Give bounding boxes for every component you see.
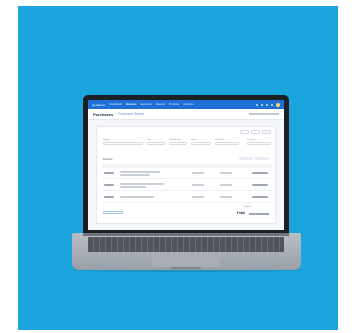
add-line-button[interactable]	[103, 211, 123, 214]
products-section-label: Products	[103, 158, 113, 161]
option-pill-1[interactable]	[239, 157, 253, 160]
nav-invoices[interactable]: Invoices	[126, 103, 136, 106]
table-row[interactable]	[102, 168, 272, 179]
app-brand[interactable]: Quaderno	[92, 103, 105, 107]
help-icon[interactable]	[266, 103, 268, 106]
form-actions	[240, 130, 271, 134]
row-cell	[104, 196, 114, 198]
row-cell	[252, 172, 268, 174]
laptop-screen: Quaderno Dashboard Invoices Expenses Rep…	[88, 100, 284, 230]
settings-icon[interactable]	[271, 103, 273, 106]
table-options	[239, 157, 269, 160]
row-cell	[220, 184, 232, 186]
user-avatar[interactable]	[276, 102, 280, 107]
ship-to-input[interactable]	[191, 142, 211, 145]
nav-products[interactable]: Products	[169, 103, 179, 106]
search-icon[interactable]	[256, 103, 258, 106]
bell-icon[interactable]	[261, 103, 263, 106]
row-cell	[220, 172, 232, 174]
ship-to-label: Ship to	[191, 139, 198, 141]
action-button-1[interactable]	[240, 130, 249, 134]
row-cell	[104, 184, 114, 186]
row-cell	[192, 196, 204, 198]
row-cell	[120, 183, 164, 185]
purchase-order-form: Supplier Date Delivery date Ship to Refe…	[96, 126, 276, 224]
table-row[interactable]	[102, 180, 272, 191]
row-cell	[192, 172, 204, 174]
nav-contacts[interactable]: Contacts	[183, 103, 193, 106]
date-label: Date	[147, 139, 152, 141]
subtotal-label: Subtotal	[243, 206, 251, 208]
breadcrumb[interactable]: Purchase Orders	[118, 112, 144, 116]
laptop-notch	[171, 267, 201, 269]
total-label: Total	[236, 211, 245, 215]
row-cell	[120, 171, 160, 173]
app-topbar: Quaderno Dashboard Invoices Expenses Rep…	[88, 100, 284, 109]
laptop-touchpad	[152, 254, 220, 267]
supplier-field[interactable]: Supplier	[103, 139, 143, 146]
laptop-keyboard	[88, 237, 284, 252]
delivery-date-input[interactable]	[169, 142, 187, 145]
action-button-3[interactable]	[262, 130, 271, 134]
delivery-date-field[interactable]: Delivery date	[169, 139, 187, 146]
ship-to-field[interactable]: Ship to	[191, 139, 211, 146]
breadcrumb-separator: ›	[115, 112, 117, 116]
action-button-2[interactable]	[251, 130, 260, 134]
date-input[interactable]	[147, 142, 165, 145]
row-cell	[120, 196, 154, 198]
table-row[interactable]	[102, 192, 272, 203]
row-cell	[120, 174, 150, 176]
topbar-icons	[256, 102, 280, 107]
nav-reports[interactable]: Reports	[156, 103, 165, 106]
title-placeholder-bar	[249, 113, 279, 115]
reference-field[interactable]: Reference	[215, 139, 239, 146]
supplier-label: Supplier	[103, 139, 111, 141]
option-pill-2[interactable]	[255, 157, 269, 160]
row-cell	[252, 184, 268, 186]
page-titlebar: Purchases › Purchase Orders	[88, 109, 284, 120]
row-cell	[104, 172, 114, 174]
row-cell	[220, 196, 232, 198]
nav-dashboard[interactable]: Dashboard	[109, 103, 122, 106]
laptop-hinge	[83, 233, 289, 236]
delivery-date-label: Delivery date	[169, 139, 181, 141]
currency-label: Currency	[247, 139, 256, 141]
currency-select[interactable]	[247, 142, 271, 145]
reference-input[interactable]	[215, 142, 239, 145]
total-amount	[249, 213, 269, 215]
page-title: Purchases	[93, 111, 114, 117]
date-field[interactable]: Date	[147, 139, 165, 146]
row-cell	[252, 196, 268, 198]
row-cell	[120, 186, 146, 188]
nav-expenses[interactable]: Expenses	[140, 103, 151, 106]
row-cell	[192, 184, 204, 186]
supplier-input[interactable]	[103, 142, 143, 145]
reference-label: Reference	[215, 139, 225, 141]
currency-field[interactable]: Currency	[247, 139, 271, 146]
